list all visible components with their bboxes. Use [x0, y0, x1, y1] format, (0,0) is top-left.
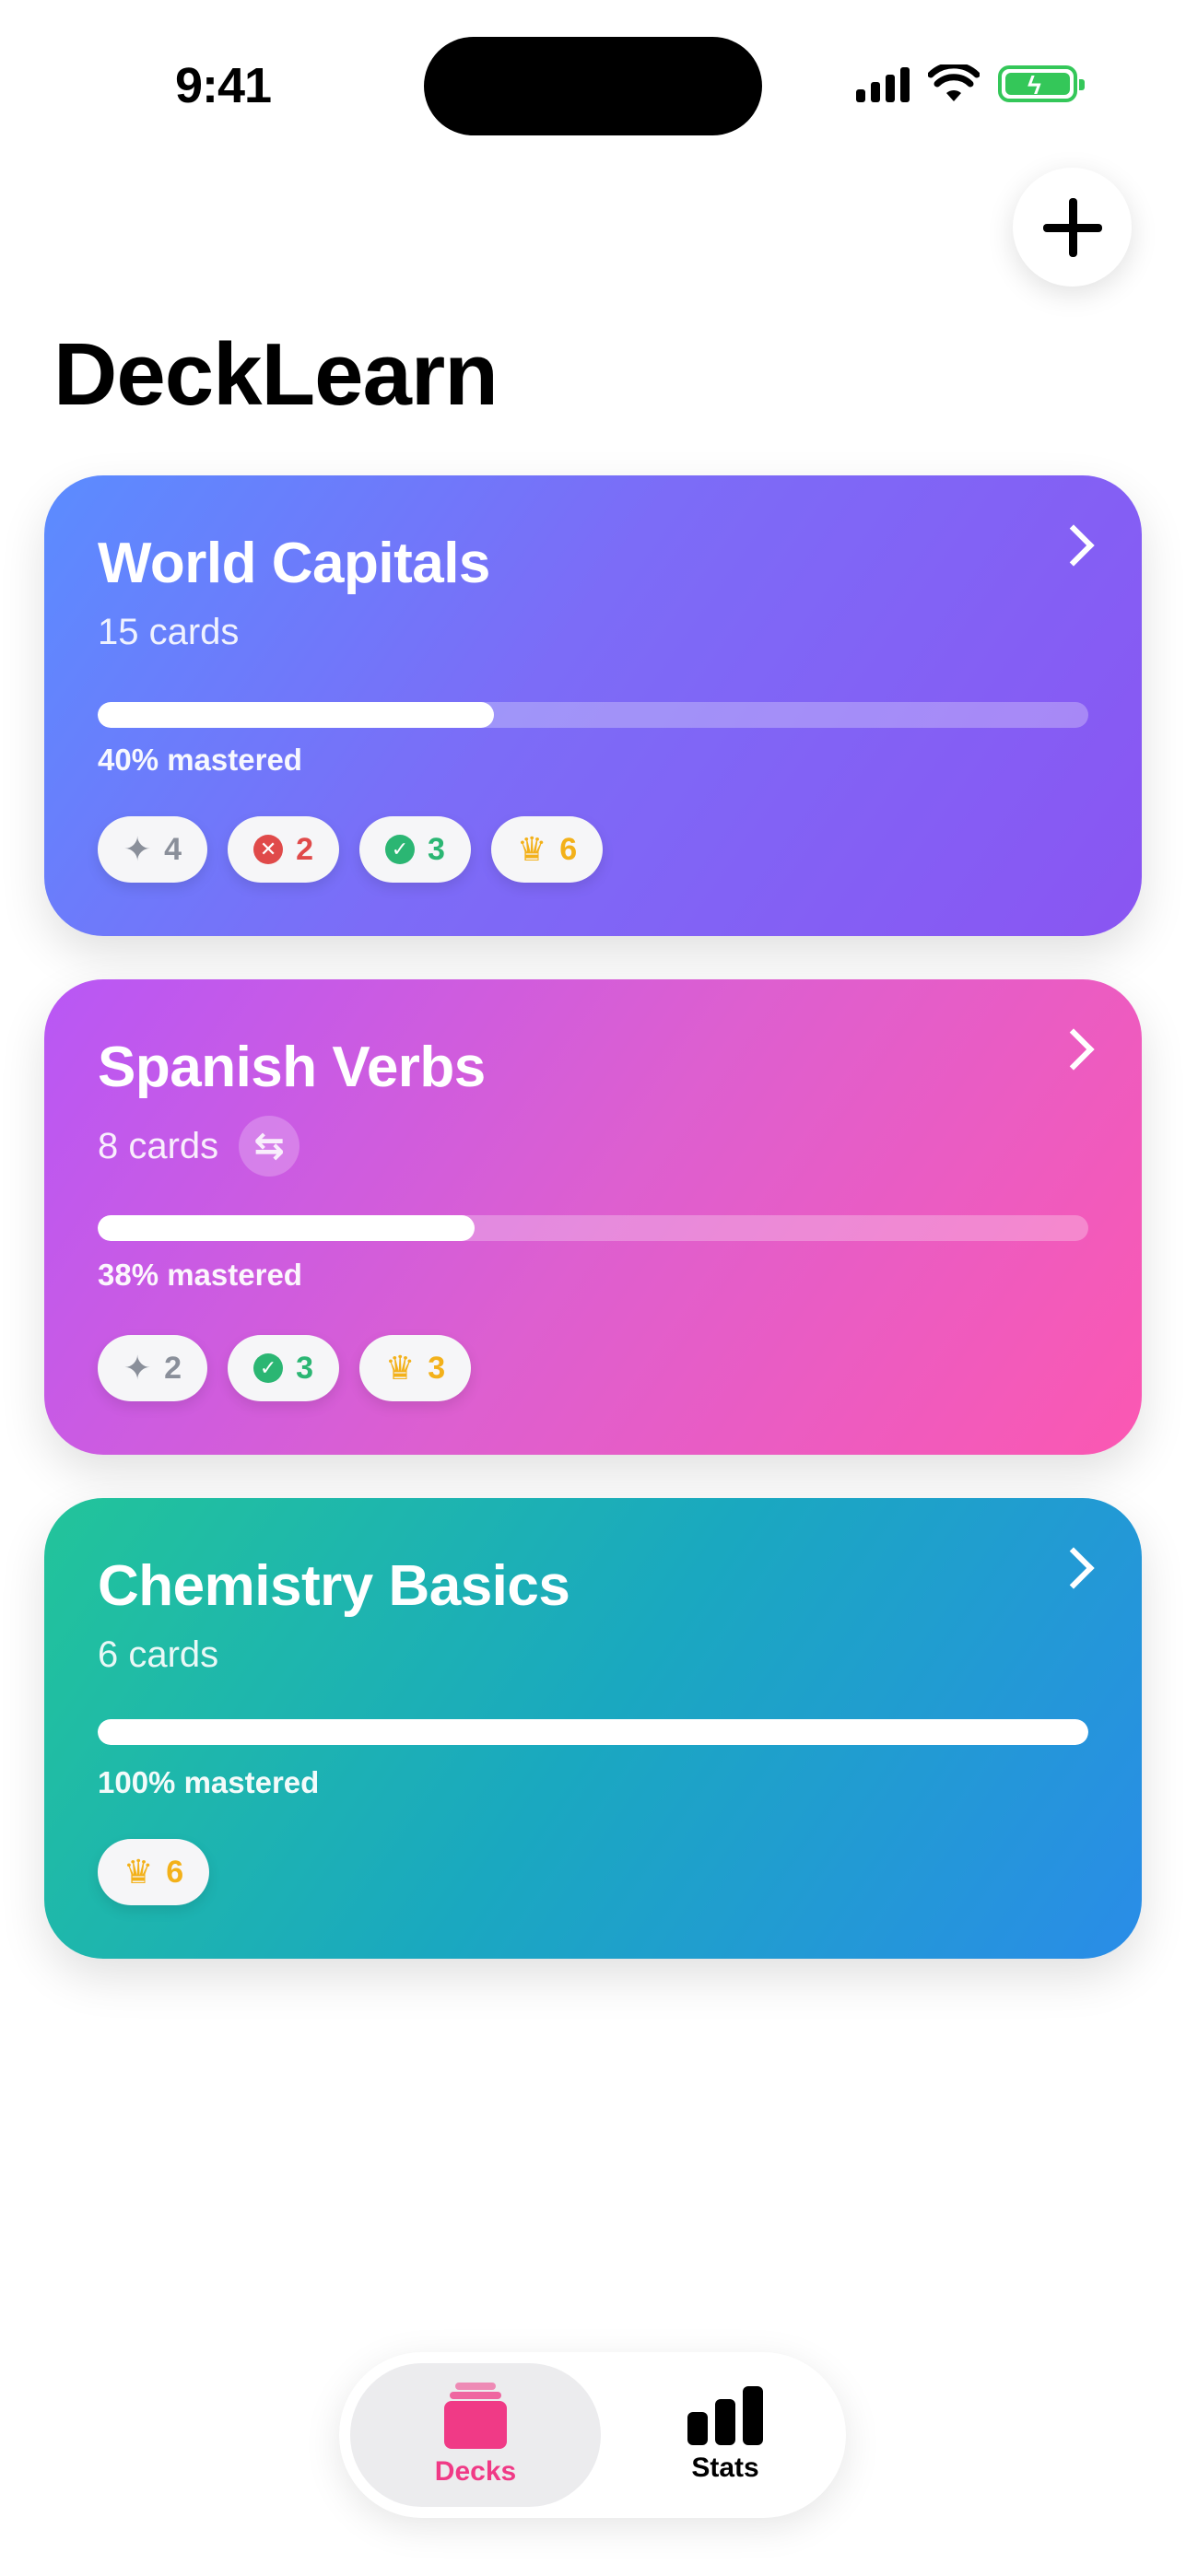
deck-title: World Capitals — [98, 532, 490, 595]
page-title: DeckLearn — [53, 325, 499, 424]
status-badges: ♛ 6 — [98, 1839, 210, 1905]
mastery-progress-bar — [98, 1215, 1088, 1241]
check-circle-icon: ✓ — [385, 835, 416, 864]
correct-cards-badge: ✓ 3 — [359, 816, 471, 883]
mastery-progress-fill — [98, 1215, 475, 1241]
tab-label: Stats — [691, 2453, 759, 2483]
crown-icon: ♛ — [516, 830, 547, 868]
add-deck-button[interactable] — [1013, 168, 1132, 287]
wrong-cards-badge: ✕ 2 — [228, 816, 340, 883]
tab-stats[interactable]: Stats — [616, 2363, 835, 2507]
dynamic-island — [424, 37, 762, 135]
tab-label: Decks — [434, 2456, 517, 2487]
mastery-label: 40% mastered — [98, 743, 302, 777]
mastery-progress-bar — [98, 1719, 1088, 1745]
mastery-progress-bar — [98, 702, 1088, 728]
tab-decks[interactable]: Decks — [350, 2363, 601, 2507]
new-cards-badge: ✦ 4 — [98, 816, 208, 883]
status-time: 9:41 — [175, 58, 272, 113]
mastery-label: 38% mastered — [98, 1258, 302, 1292]
wifi-icon — [928, 64, 980, 101]
deck-card-spanish-verbs[interactable]: Spanish Verbs 8 cards ⇆ 38% mastered ✦ 2 … — [44, 979, 1142, 1455]
decks-icon — [442, 2383, 509, 2449]
bar-chart-icon — [687, 2386, 763, 2445]
mastered-cards-badge: ♛ 3 — [359, 1335, 472, 1401]
chevron-right-icon — [1052, 1028, 1095, 1071]
status-icons: ϟ — [856, 64, 1085, 103]
sparkle-icon: ✦ — [123, 830, 152, 868]
deck-card-world-capitals[interactable]: World Capitals 15 cards 40% mastered ✦ 4 … — [44, 475, 1142, 936]
status-badges: ✦ 2 ✓ 3 ♛ 3 — [98, 1335, 472, 1401]
tab-bar: Decks Stats — [339, 2352, 846, 2518]
mastery-progress-fill — [98, 1719, 1088, 1745]
crown-icon: ♛ — [385, 1349, 416, 1387]
x-circle-icon: ✕ — [253, 835, 284, 864]
deck-card-count: 15 cards — [98, 612, 240, 652]
sparkle-icon: ✦ — [123, 1349, 152, 1387]
new-cards-badge: ✦ 2 — [98, 1335, 208, 1401]
swap-direction-icon[interactable]: ⇆ — [239, 1116, 300, 1177]
chevron-right-icon — [1052, 524, 1095, 567]
deck-card-count: 8 cards ⇆ — [98, 1116, 300, 1177]
cellular-signal-icon — [856, 65, 910, 102]
deck-title: Chemistry Basics — [98, 1554, 570, 1618]
battery-charging-icon: ϟ — [998, 65, 1085, 102]
mastered-cards-badge: ♛ 6 — [98, 1839, 210, 1905]
mastered-cards-badge: ♛ 6 — [490, 816, 604, 883]
plus-icon — [1042, 197, 1102, 257]
check-circle-icon: ✓ — [253, 1353, 284, 1383]
mastery-label: 100% mastered — [98, 1765, 320, 1799]
mastery-progress-fill — [98, 702, 494, 728]
crown-icon: ♛ — [123, 1853, 154, 1891]
deck-card-count: 6 cards — [98, 1634, 219, 1675]
deck-card-chemistry-basics[interactable]: Chemistry Basics 6 cards 100% mastered ♛… — [44, 1498, 1142, 1959]
status-badges: ✦ 4 ✕ 2 ✓ 3 ♛ 6 — [98, 816, 604, 883]
correct-cards-badge: ✓ 3 — [228, 1335, 340, 1401]
deck-title: Spanish Verbs — [98, 1036, 486, 1099]
chevron-right-icon — [1052, 1547, 1095, 1589]
